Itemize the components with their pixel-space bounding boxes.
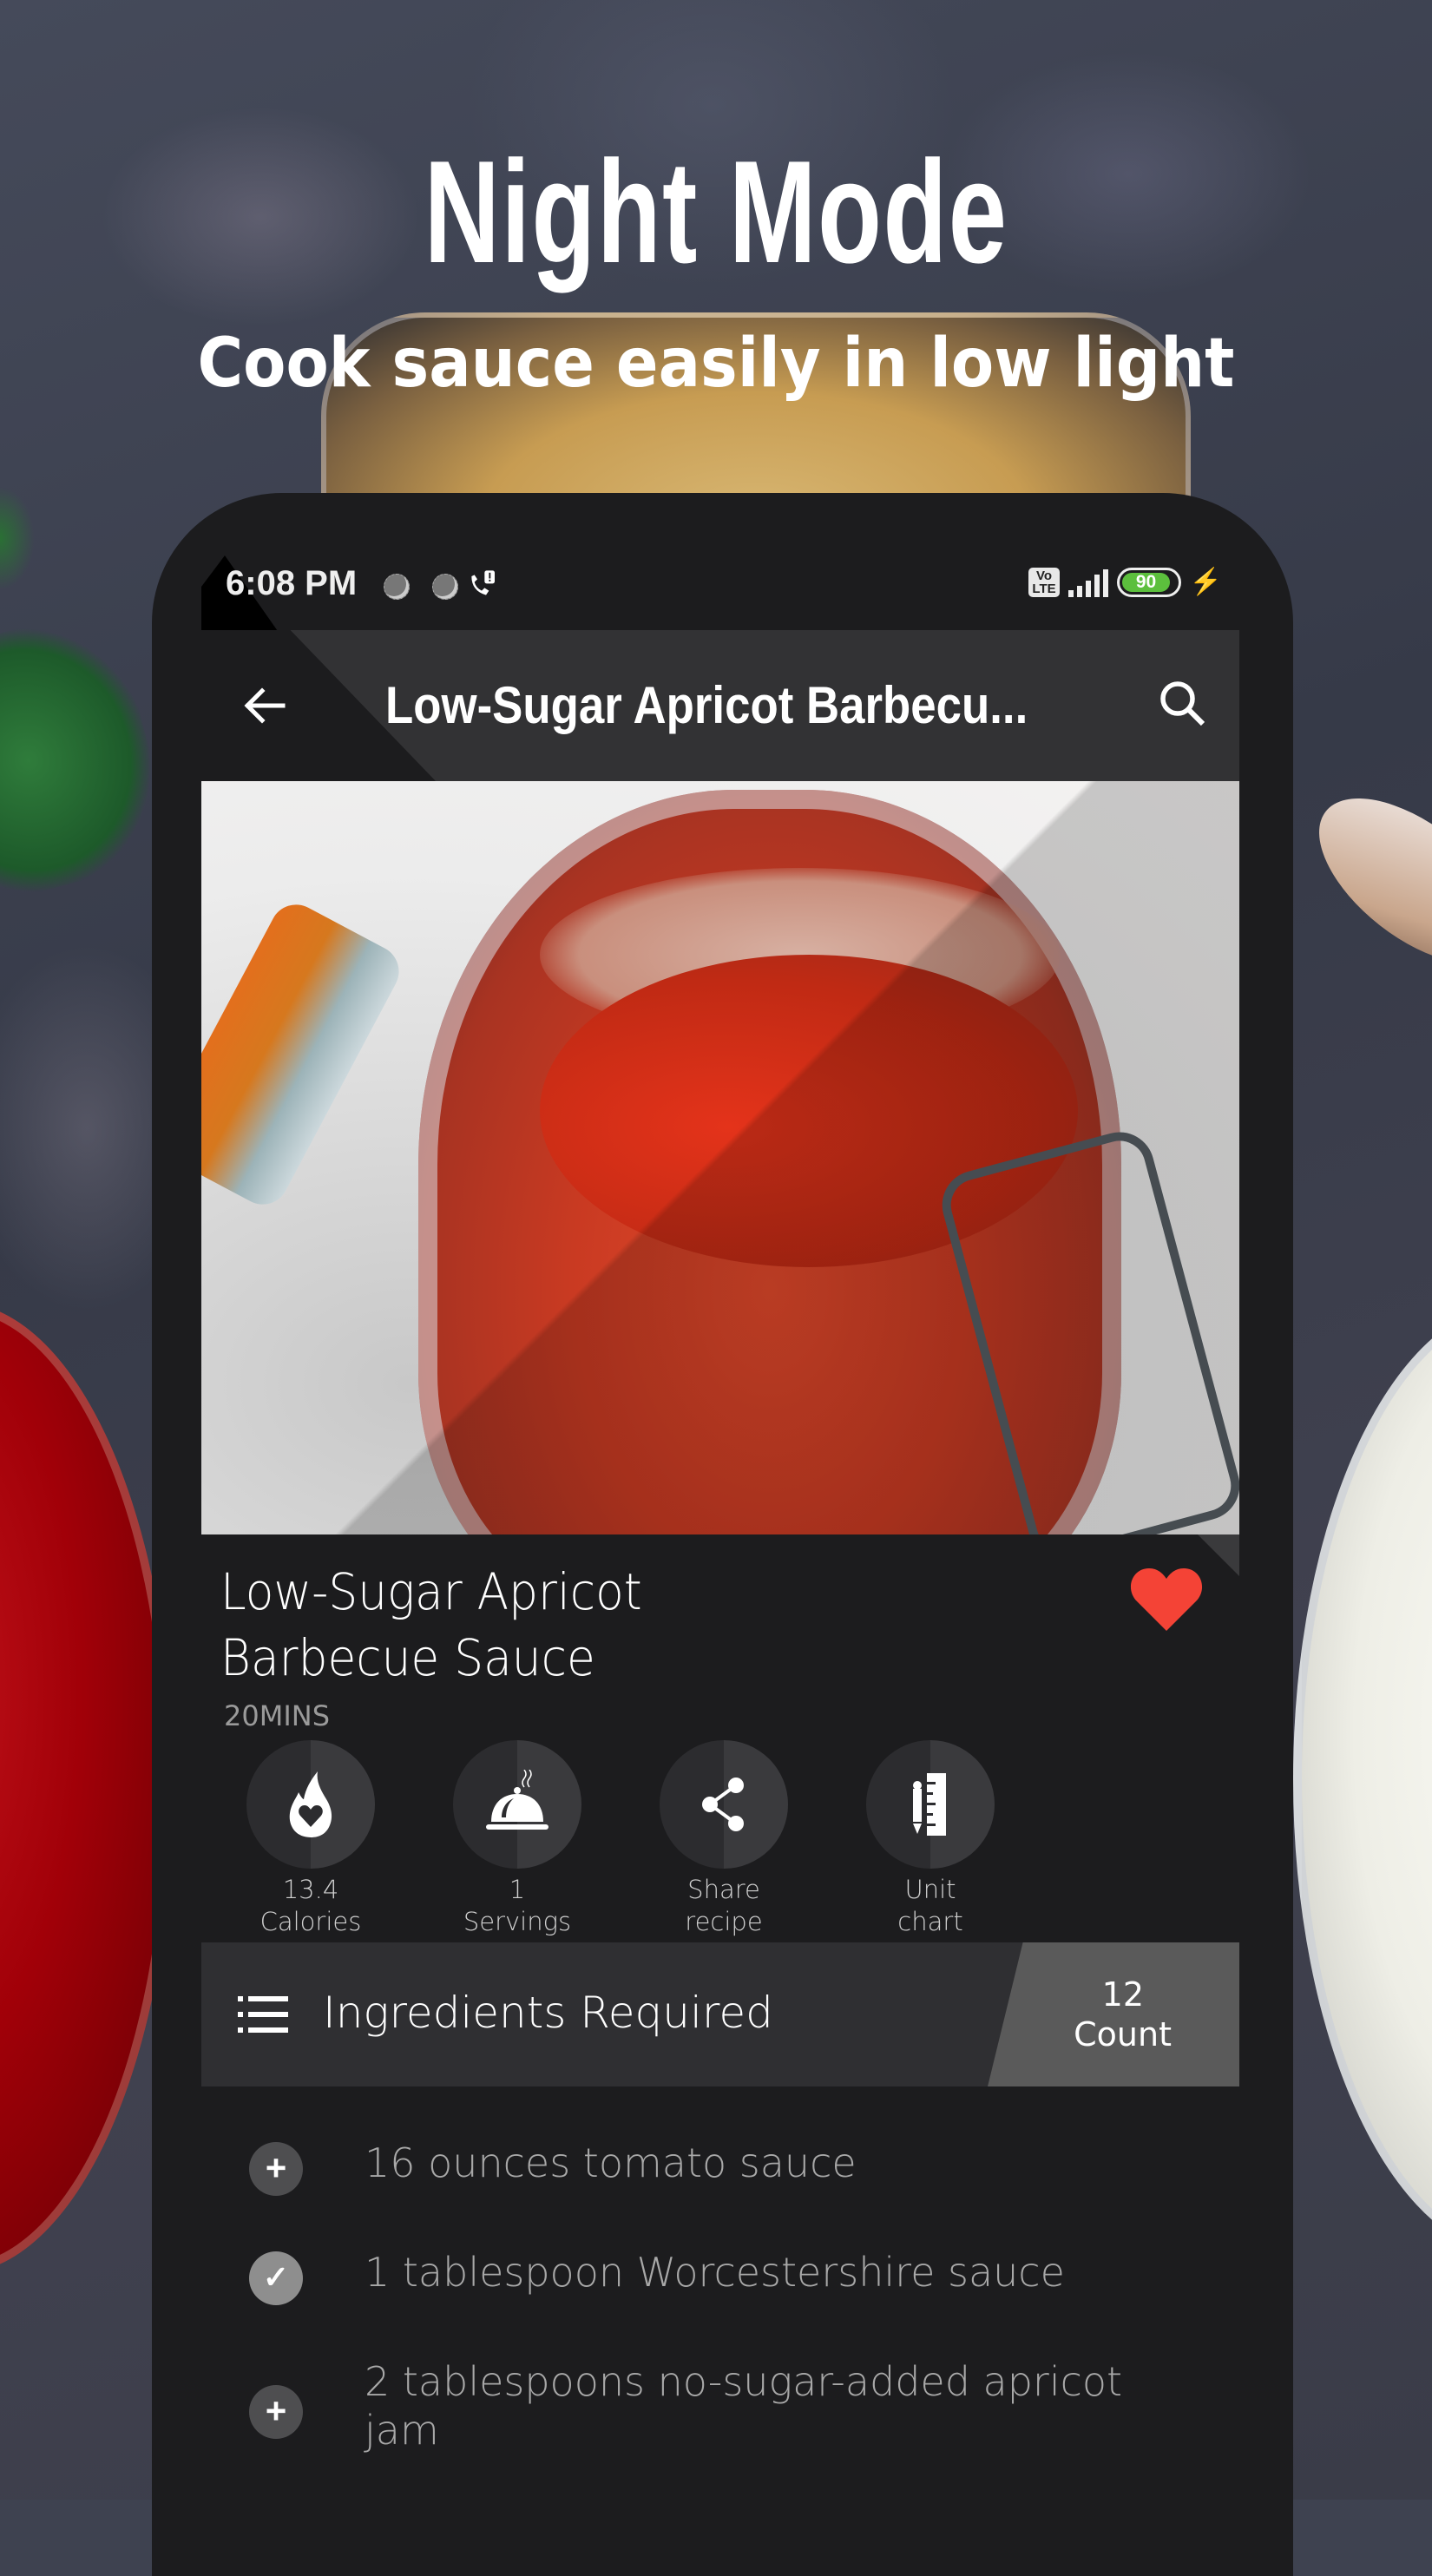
recipe-actions: 13.4 Calories 1 Servings Share recipe Un… <box>201 1740 1239 1936</box>
share-recipe-button[interactable]: Share recipe <box>654 1740 793 1938</box>
ingredients-count-badge <box>988 1942 1239 2086</box>
ingredient-item: + 16 ounces tomato sauce <box>201 2116 1239 2225</box>
ruler-pencil-icon <box>913 1773 946 1836</box>
share-icon <box>702 1778 744 1831</box>
unit-chart-label-line1: Unit <box>904 1875 956 1904</box>
status-right-icons: Vo LTE 90 ⚡ <box>1028 567 1222 597</box>
ingredient-text: 1 tablespoon Worcestershire sauce <box>365 2249 1065 2296</box>
ingredients-list: + 16 ounces tomato sauce ✓ 1 tablespoon … <box>201 2116 1239 2465</box>
toolbar-title: Low-Sugar Apricot Barbecu... <box>385 676 1028 734</box>
notification-dot-icon <box>432 574 458 600</box>
calories-button[interactable]: 13.4 Calories <box>241 1740 380 1938</box>
volte-icon: Vo LTE <box>1028 567 1060 597</box>
recipe-title-line2: Barbecue Sauce <box>220 1628 595 1687</box>
heart-icon <box>1130 1568 1203 1631</box>
battery-level: 90 <box>1121 572 1171 592</box>
app-toolbar: Low-Sugar Apricot Barbecu... <box>201 630 1239 781</box>
calories-label: Calories <box>259 1907 362 1936</box>
arrow-left-icon <box>244 687 286 724</box>
calories-value: 13.4 <box>282 1875 339 1904</box>
servings-circle <box>453 1740 581 1869</box>
corner-decoration <box>1198 1534 1239 1576</box>
servings-value: 1 <box>509 1875 526 1904</box>
recipe-photo <box>201 781 1239 1534</box>
app-screen: 6:08 PM Vo LTE 90 ⚡ Low-Sugar Apricot Bar… <box>201 545 1239 2541</box>
recipe-title: Low-Sugar Apricot Barbecue Sauce <box>220 1559 939 1691</box>
search-button[interactable] <box>1153 674 1213 734</box>
share-label-line2: recipe <box>685 1907 763 1936</box>
ingredient-item: ✓ 1 tablespoon Worcestershire sauce <box>201 2225 1239 2335</box>
search-icon <box>1160 681 1205 726</box>
servings-label: Servings <box>463 1907 572 1936</box>
battery-icon: 90 <box>1116 567 1181 597</box>
back-button[interactable] <box>234 675 295 736</box>
call-alert-icon <box>464 568 499 610</box>
recipe-duration: 20MINS <box>224 1699 331 1732</box>
promo-title: Night Mode <box>424 130 1008 293</box>
unit-chart-button[interactable]: Unit chart <box>861 1740 1000 1938</box>
servings-button[interactable]: 1 Servings <box>448 1740 587 1938</box>
ingredients-header[interactable]: Ingredients Required 12 Count <box>201 1942 1239 2086</box>
ingredients-count-label: Count <box>1074 2015 1172 2054</box>
add-ingredient-button[interactable]: + <box>249 2142 303 2196</box>
ingredient-text: 16 ounces tomato sauce <box>365 2139 857 2186</box>
list-icon <box>238 1996 288 2033</box>
status-bar: 6:08 PM Vo LTE 90 ⚡ <box>201 545 1239 634</box>
share-label-line1: Share <box>687 1875 760 1904</box>
phone-frame: 6:08 PM Vo LTE 90 ⚡ Low-Sugar Apricot Bar… <box>152 493 1293 2576</box>
add-ingredient-button[interactable]: + <box>249 2385 303 2439</box>
unit-chart-label-line2: chart <box>897 1907 963 1936</box>
photo-diagonal-shade <box>201 781 1239 1534</box>
signal-icon <box>1067 568 1108 597</box>
serving-cloche-icon <box>486 1770 548 1830</box>
background-parsley-leaf <box>0 486 35 590</box>
recipe-title-line1: Low-Sugar Apricot <box>220 1562 642 1621</box>
ingredients-count: 12 <box>1101 1975 1144 2014</box>
charging-bolt-icon: ⚡ <box>1189 568 1222 596</box>
calories-circle <box>246 1740 375 1869</box>
notification-dot-icon <box>384 574 410 600</box>
ingredient-text: 2 tablespoons no-sugar-added apricot jam <box>365 2358 1123 2454</box>
promo-subtitle: Cook sauce easily in low light <box>197 325 1235 403</box>
ingredients-header-label: Ingredients Required <box>323 1988 773 2038</box>
share-circle <box>660 1740 788 1869</box>
favorite-button[interactable] <box>1130 1565 1203 1633</box>
unit-chart-circle <box>866 1740 995 1869</box>
ingredient-checked-button[interactable]: ✓ <box>249 2251 303 2305</box>
flame-heart-icon <box>289 1771 332 1837</box>
ingredient-item: + 2 tablespoons no-sugar-added apricot j… <box>201 2335 1239 2465</box>
status-time: 6:08 PM <box>226 564 358 602</box>
